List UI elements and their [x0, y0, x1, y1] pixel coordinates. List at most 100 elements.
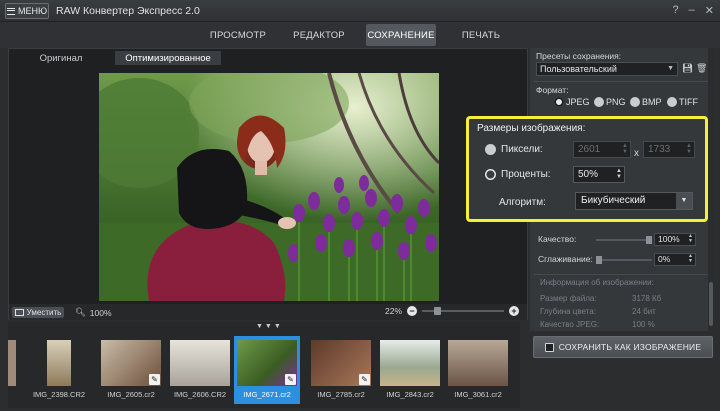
jpeg-quality-label: Качество JPEG:: [540, 320, 600, 329]
filmstrip: ▼▼▼ IMG_2398.CR2 ✎ IMG_2605.cr2 IMG_2606…: [8, 322, 520, 408]
spin-arrows-icon[interactable]: ▲ ▼: [686, 143, 692, 155]
spin-arrows-icon[interactable]: ▲ ▼: [616, 168, 622, 180]
thumb-caption: IMG_2843.cr2: [386, 390, 434, 399]
hamburger-icon: [6, 7, 15, 15]
zoom-slider-knob[interactable]: [434, 307, 442, 315]
save-as-image-button[interactable]: СОХРАНИТЬ КАК ИЗОБРАЖЕНИЕ: [533, 336, 713, 358]
edited-pencil-icon: ✎: [149, 374, 160, 385]
quality-spinbox[interactable]: 100% ▲ ▼: [654, 233, 696, 246]
quality-slider-knob[interactable]: [646, 236, 652, 244]
percent-option[interactable]: Проценты:: [485, 169, 551, 180]
color-depth-value: 24 бит: [632, 307, 656, 316]
info-title: Информация об изображении:: [540, 278, 654, 287]
divider: [534, 81, 710, 82]
main-nav: ПРОСМОТР РЕДАКТОР СОХРАНЕНИЕ ПЕЧАТЬ: [0, 22, 720, 48]
image-size-section: Размеры изображения: Пиксели: 2601 ▲ ▼ x …: [466, 116, 708, 222]
chevron-down-icon: ▼: [676, 193, 692, 209]
filmstrip-thumb[interactable]: IMG_2398.CR2: [26, 336, 92, 404]
file-size-label: Размер файла:: [540, 294, 597, 303]
quality-value: 100%: [658, 234, 680, 244]
algorithm-select[interactable]: Бикубический ▼: [575, 192, 693, 210]
format-bmp-label: BMP: [642, 97, 662, 107]
tab-original[interactable]: Оригинал: [25, 51, 97, 65]
preset-select[interactable]: Пользовательский ▼: [536, 62, 678, 76]
thumbnail-image: [380, 340, 440, 386]
divider: [534, 274, 710, 275]
format-bmp[interactable]: BMP: [630, 97, 662, 107]
quality-slider[interactable]: [596, 236, 652, 244]
magnifier-icon: 🔍︎: [75, 307, 86, 317]
smoothing-spinbox[interactable]: 0% ▲ ▼: [654, 253, 696, 266]
fit-button[interactable]: Уместить: [12, 307, 64, 318]
image-info: Информация об изображении: Размер файла:…: [536, 276, 704, 330]
spin-arrows-icon[interactable]: ▲ ▼: [688, 254, 693, 264]
filmstrip-thumb[interactable]: IMG_2606.CR2: [167, 336, 233, 404]
filmstrip-thumb[interactable]: IMG_3061.cr2: [445, 336, 511, 404]
tab-editor[interactable]: РЕДАКТОР: [288, 24, 350, 46]
format-jpeg[interactable]: JPEG: [554, 97, 590, 107]
smoothing-slider[interactable]: [596, 256, 652, 264]
thumb-caption: IMG_2398.CR2: [32, 390, 86, 399]
quality-label: Качество:: [538, 234, 577, 244]
thumbnail-image: [47, 340, 71, 386]
window-controls: ? – ✕: [673, 4, 714, 17]
zoom-in-icon[interactable]: +: [509, 306, 520, 316]
actual-size-label: 100%: [89, 307, 112, 318]
minimize-icon[interactable]: –: [689, 4, 695, 17]
help-icon[interactable]: ?: [673, 4, 679, 17]
dimension-separator: x: [634, 148, 639, 159]
format-png[interactable]: PNG: [594, 97, 626, 107]
filmstrip-thumb-partial[interactable]: [8, 336, 18, 404]
scrollbar-thumb[interactable]: [709, 282, 713, 326]
zoom-out-icon[interactable]: −: [407, 306, 418, 316]
save-preset-icon[interactable]: 💾︎: [682, 63, 693, 73]
width-input[interactable]: 2601 ▲ ▼: [573, 141, 631, 158]
pixels-label: Пиксели:: [501, 144, 543, 155]
edited-pencil-icon: ✎: [285, 374, 296, 385]
height-value: 1733: [648, 144, 671, 155]
tab-save[interactable]: СОХРАНЕНИЕ: [366, 24, 436, 46]
image-size-title: Размеры изображения:: [477, 123, 586, 134]
app-title: RAW Конвертер Экспресс 2.0: [56, 5, 200, 17]
pixels-option[interactable]: Пиксели:: [485, 144, 543, 155]
jpeg-quality-value: 100 %: [632, 320, 655, 329]
spin-arrows-icon[interactable]: ▲ ▼: [622, 143, 628, 155]
delete-preset-icon[interactable]: 🗑︎: [696, 63, 707, 73]
image-viewer: Оригинал Оптимизированное Уместить 🔍︎ 10…: [8, 48, 528, 320]
viewer-status-bar: Уместить 🔍︎ 100% 22% − +: [9, 304, 527, 320]
format-tiff[interactable]: TIFF: [667, 97, 698, 107]
file-size-value: 3178 Кб: [632, 294, 662, 303]
thumbnail-image: [448, 340, 508, 386]
zoom-value: 22%: [385, 306, 403, 316]
filmstrip-thumb[interactable]: ✎ IMG_2605.cr2: [98, 336, 164, 404]
filmstrip-thumb[interactable]: IMG_2843.cr2: [377, 336, 443, 404]
smoothing-slider-knob[interactable]: [596, 256, 602, 264]
actual-size-zoom[interactable]: 🔍︎ 100%: [75, 307, 112, 318]
smoothing-label: Сглаживание:: [538, 254, 593, 264]
tab-print[interactable]: ПЕЧАТЬ: [455, 24, 507, 46]
radio-icon: [594, 97, 604, 107]
tab-view[interactable]: ПРОСМОТР: [205, 24, 271, 46]
menu-button[interactable]: МЕНЮ: [5, 3, 49, 19]
presets-label: Пресеты сохранения:: [536, 51, 622, 61]
width-value: 2601: [578, 144, 601, 155]
close-icon[interactable]: ✕: [705, 4, 714, 17]
save-icon: [544, 342, 554, 352]
thumb-caption: IMG_2785.cr2: [317, 390, 365, 399]
color-depth-label: Глубина цвета:: [540, 307, 596, 316]
radio-icon: [630, 97, 640, 107]
fit-label: Уместить: [26, 308, 62, 317]
height-input[interactable]: 1733 ▲ ▼: [643, 141, 695, 158]
tab-optimized[interactable]: Оптимизированное: [115, 51, 221, 65]
radio-icon: [485, 169, 496, 180]
spin-arrows-icon[interactable]: ▲ ▼: [688, 234, 693, 244]
filmstrip-collapse-icon[interactable]: ▼▼▼: [256, 323, 283, 330]
fit-screen-icon: [14, 309, 24, 316]
filmstrip-thumb-selected[interactable]: ✎ IMG_2671.cr2: [234, 336, 300, 404]
zoom-slider[interactable]: [422, 307, 505, 315]
filmstrip-thumb[interactable]: ✎ IMG_2785.cr2: [308, 336, 374, 404]
panel-scrollbar[interactable]: [708, 48, 714, 331]
percent-input[interactable]: 50% ▲ ▼: [573, 166, 625, 183]
preview-photo: [99, 73, 439, 301]
format-tiff-label: TIFF: [679, 97, 698, 107]
